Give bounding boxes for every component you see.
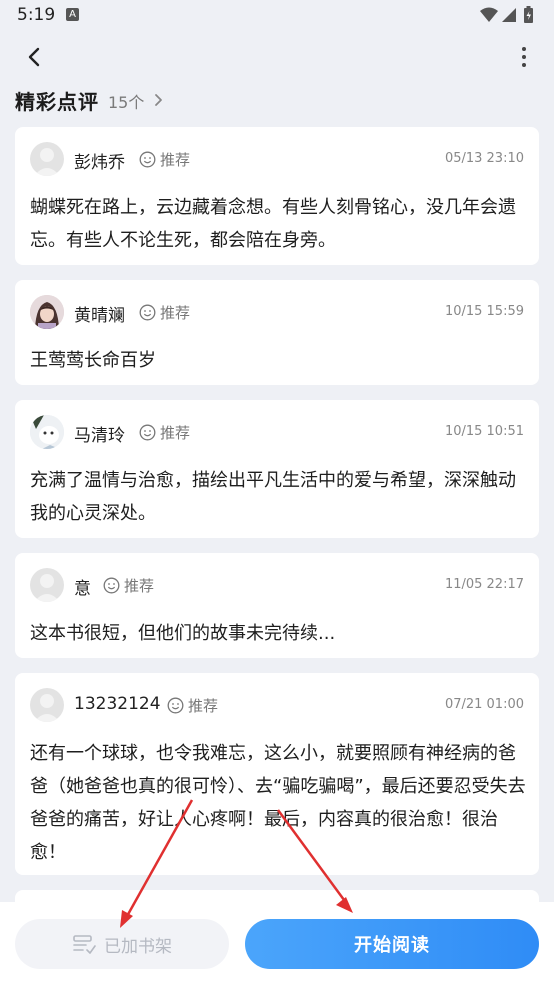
avatar[interactable] [30,142,64,176]
reviewer-name[interactable]: 13232124 [74,694,161,714]
reviewer-name[interactable]: 黄晴斓 [74,301,125,326]
avatar[interactable] [30,415,64,449]
notification-badge: A [66,8,79,21]
reviewer-name[interactable]: 马清玲 [74,421,125,446]
recommend-label: 推荐 [124,576,155,595]
review-card[interactable]: 意 推荐 11/05 22:17 这本书很短，但他们的故事未完待续... [15,553,539,658]
signal-icon [502,8,516,22]
review-text: 这本书很短，但他们的故事未完待续... [30,623,336,644]
start-reading-button[interactable]: 开始阅读 [245,919,539,969]
recommend-tag: 推荐 [167,695,218,715]
battery-charging-icon [524,6,533,23]
review-text: 充满了温情与治愈，描绘出平凡生活中的爱与希望，深深触动我的心灵深处。 [30,470,516,524]
recommend-tag: 推荐 [103,575,154,595]
status-bar: 5:19 A [0,0,554,32]
more-vertical-icon [522,47,526,67]
recommend-label: 推荐 [188,696,219,715]
shelf-label: 已加书架 [104,936,172,957]
avatar[interactable] [30,295,64,329]
review-count-link[interactable]: 15个 [108,89,144,113]
recommend-tag: 推荐 [139,149,190,169]
bookshelf-icon [73,935,96,954]
recommend-tag: 推荐 [139,422,190,442]
status-icons [480,6,538,24]
read-label: 开始阅读 [354,935,430,956]
added-to-shelf-button[interactable]: 已加书架 [15,919,229,969]
default-avatar-icon [34,694,60,722]
review-card[interactable]: 彭炜乔 推荐 05/13 23:10 蝴蝶死在路上，云边藏着念想。有些人刻骨铭心… [15,127,539,265]
review-text: 蝴蝶死在路上，云边藏着念想。有些人刻骨铭心，没几年会遗忘。有些人不论生死，都会陪… [30,197,516,251]
status-time: 5:19 [17,5,56,25]
bottom-action-bar: 已加书架 开始阅读 [0,902,554,984]
default-avatar-icon [34,574,60,602]
review-card[interactable]: 马清玲 推荐 10/15 10:51 充满了温情与治愈，描绘出平凡生活中的爱与希… [15,400,539,538]
more-options-button[interactable] [518,42,530,72]
back-button[interactable] [20,42,50,72]
recommend-label: 推荐 [160,423,191,442]
review-date: 11/05 22:17 [444,577,524,592]
recommend-label: 推荐 [160,150,191,169]
review-text: 还有一个球球，也令我难忘，这么小，就要照顾有神经病的爸爸（她爸爸也真的很可怜）、… [30,743,526,863]
review-date: 07/21 01:00 [444,697,524,712]
avatar[interactable] [30,568,64,602]
chevron-left-icon [28,47,40,67]
reviewer-name[interactable]: 意 [74,574,91,599]
review-card[interactable]: 黄晴斓 推荐 10/15 15:59 王莺莺长命百岁 [15,280,539,385]
smile-icon [139,304,156,320]
recommend-tag: 推荐 [139,302,190,322]
review-date: 05/13 23:10 [444,151,524,166]
smile-icon [103,577,120,593]
smile-icon [139,424,156,440]
smile-icon [139,151,156,167]
reviewer-name[interactable]: 彭炜乔 [74,148,125,173]
smile-icon [167,697,184,713]
top-bar [0,36,554,78]
review-date: 10/15 10:51 [444,424,524,439]
chevron-right-icon[interactable] [153,92,163,108]
review-card[interactable]: 13232124 推荐 07/21 01:00 还有一个球球，也令我难忘，这么小… [15,673,539,875]
review-text: 王莺莺长命百岁 [30,350,156,371]
recommend-label: 推荐 [160,303,191,322]
avatar[interactable] [30,688,64,722]
user-photo-icon [30,295,64,329]
user-photo-icon [30,415,64,449]
section-title: 精彩点评 [15,90,99,114]
wifi-icon [480,7,498,22]
default-avatar-icon [34,148,60,176]
review-date: 10/15 15:59 [444,304,524,319]
